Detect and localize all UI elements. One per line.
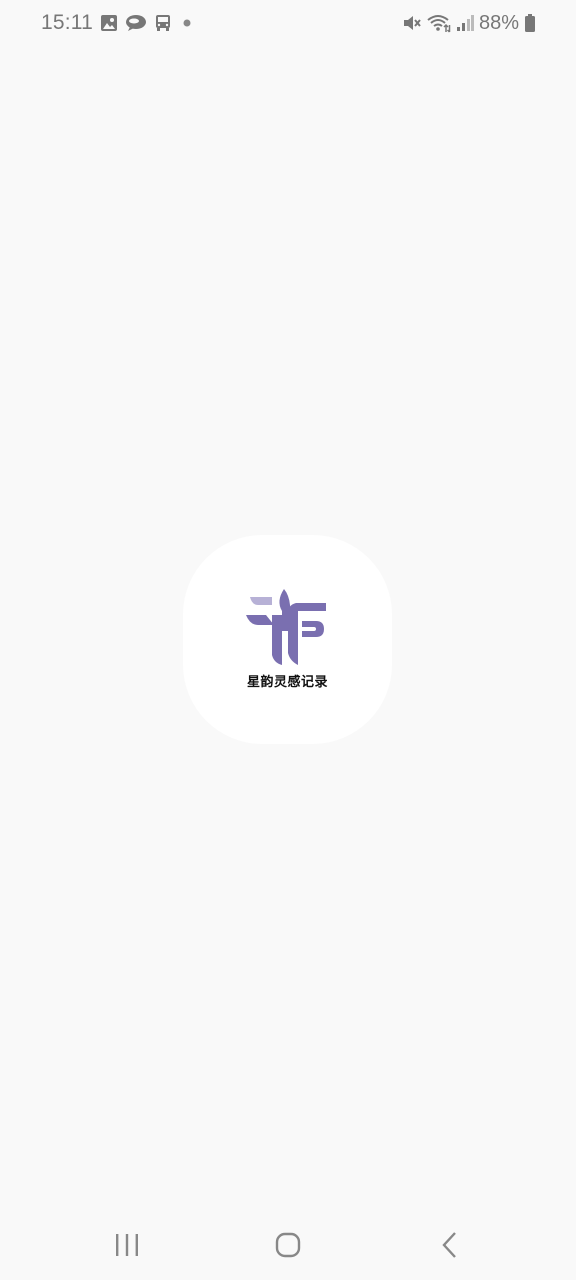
- signal-icon: [456, 13, 474, 33]
- app-logo-icon: [244, 585, 328, 674]
- status-time: 15:11: [41, 11, 93, 34]
- bus-icon: [154, 14, 172, 32]
- status-bar: 15:11 88%: [0, 0, 576, 46]
- home-icon[interactable]: [274, 1230, 302, 1265]
- back-icon[interactable]: [438, 1230, 462, 1265]
- notification-icons: [100, 13, 195, 33]
- app-name-label: 星韵灵感记录: [246, 675, 328, 690]
- dot-icon: [179, 14, 195, 32]
- recent-apps-icon[interactable]: [114, 1230, 140, 1265]
- system-icons: 88%: [402, 12, 536, 34]
- cloud-chat-icon: [125, 14, 147, 32]
- wifi-icon: [427, 13, 451, 33]
- image-icon: [100, 14, 118, 32]
- mute-icon: [402, 13, 422, 33]
- battery-icon: [524, 13, 536, 33]
- navigation-bar: [0, 1212, 576, 1280]
- battery-percent: 88%: [478, 11, 519, 34]
- app-logo-card: 星韵灵感记录: [183, 535, 392, 744]
